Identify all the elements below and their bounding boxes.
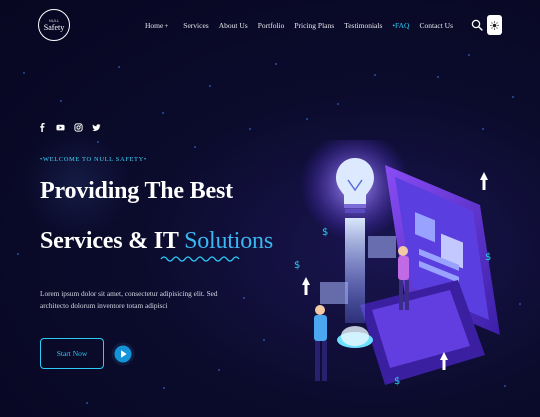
hero-title-highlight: Solutions — [184, 228, 273, 254]
svg-text:$: $ — [394, 376, 400, 387]
light-beam — [345, 218, 365, 323]
search-icon[interactable] — [471, 19, 483, 31]
hero-tagline-text: WELCOME TO NULL SAFETY — [42, 156, 144, 163]
chevron-down-icon: + — [164, 22, 169, 30]
site-logo[interactable]: NULL Safety — [38, 9, 70, 41]
bullet-icon: • — [143, 156, 147, 163]
person-sitting — [314, 305, 327, 381]
nav-item-services[interactable]: Services — [183, 21, 208, 30]
theme-toggle-button[interactable] — [487, 15, 502, 35]
nav-item-about[interactable]: About Us — [219, 21, 248, 30]
hero-paragraph: Lorem ipsum dolor sit amet, consectetur … — [40, 289, 218, 310]
nav-faq-label: FAQ — [395, 21, 410, 30]
hero-title-line2: Services & IT Solutions — [40, 228, 273, 255]
hero-illustration: $ $ $ $ — [294, 140, 500, 387]
sun-icon — [490, 20, 499, 30]
facebook-icon[interactable] — [38, 123, 47, 132]
nav-item-testimonials[interactable]: Testimonials — [344, 21, 382, 30]
svg-text:$: $ — [294, 260, 300, 271]
nav-item-home[interactable]: Home+ — [145, 21, 168, 30]
main-nav: Home+ Services About Us Portfolio Pricin… — [145, 21, 453, 30]
svg-text:$: $ — [485, 252, 491, 263]
play-video-button[interactable] — [110, 338, 135, 369]
floating-chart-panel — [320, 282, 348, 304]
hero-tagline: •WELCOME TO NULL SAFETY• — [40, 156, 147, 163]
hero-title-prefix: Services & IT — [40, 228, 179, 254]
nav-home-label: Home — [145, 21, 164, 30]
nav-item-faq[interactable]: •FAQ — [392, 21, 409, 30]
hero-title-line1: Providing The Best — [40, 178, 233, 204]
twitter-icon[interactable] — [92, 123, 101, 132]
nav-item-contact[interactable]: Contact Us — [419, 21, 453, 30]
logo-brand-text: Safety — [43, 23, 65, 32]
nav-item-portfolio[interactable]: Portfolio — [258, 21, 285, 30]
svg-text:$: $ — [322, 227, 328, 238]
start-now-button[interactable]: Start Now — [40, 338, 104, 369]
squiggle-underline-icon — [160, 256, 240, 262]
play-icon — [111, 342, 134, 365]
floating-chart-panel — [368, 236, 396, 258]
nav-item-pricing[interactable]: Pricing Plans — [294, 21, 334, 30]
